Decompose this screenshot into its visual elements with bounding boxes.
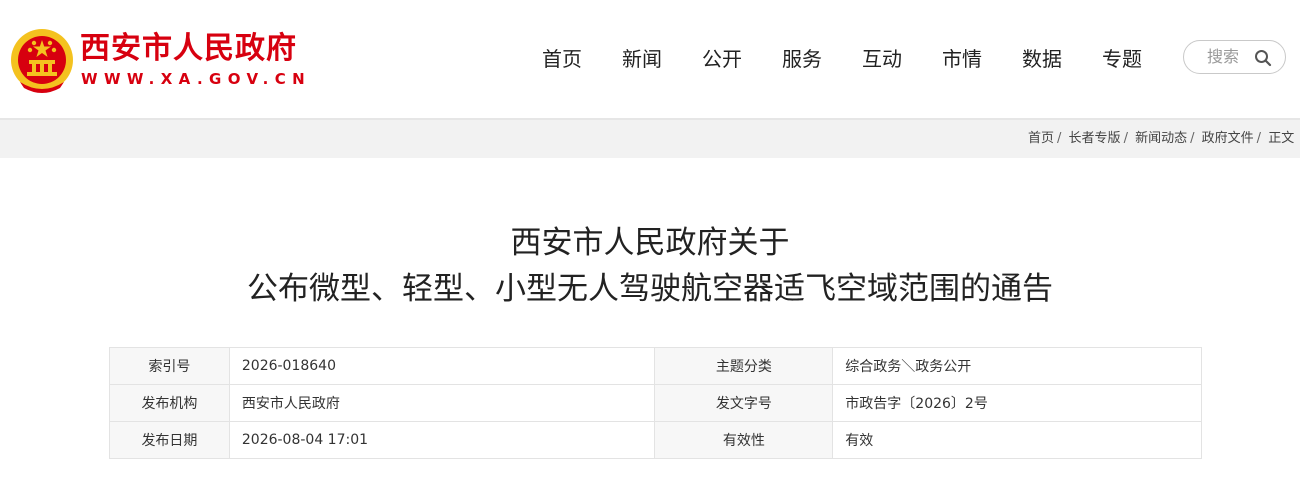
date-value: 2026-08-04 17:01 xyxy=(228,421,656,459)
table-row: 索引号 2026-018640 主题分类 综合政务＼政务公开 xyxy=(109,347,1202,385)
nav-item-data[interactable]: 数据 xyxy=(1002,44,1082,74)
index-value: 2026-018640 xyxy=(228,347,656,385)
publisher-value: 西安市人民政府 xyxy=(228,384,656,422)
breadcrumb-news[interactable]: 新闻动态 xyxy=(1135,131,1187,146)
doc-number-label: 发文字号 xyxy=(654,384,834,422)
breadcrumb-current: 正文 xyxy=(1268,131,1295,146)
breadcrumb-separator: / xyxy=(1190,131,1195,146)
breadcrumb-elder-edition[interactable]: 长者专版 xyxy=(1069,131,1121,146)
date-label: 发布日期 xyxy=(109,421,230,459)
breadcrumb-home[interactable]: 首页 xyxy=(1028,131,1054,146)
topic-value: 综合政务＼政务公开 xyxy=(832,347,1202,385)
breadcrumb-gov-documents[interactable]: 政府文件 xyxy=(1202,131,1254,146)
nav-item-news[interactable]: 新闻 xyxy=(602,44,682,74)
publisher-label: 发布机构 xyxy=(109,384,230,422)
main-nav: 首页 新闻 公开 服务 互动 市情 数据 专题 xyxy=(522,44,1162,74)
doc-number-value: 市政告字〔2026〕2号 xyxy=(832,384,1202,422)
site-header: 西安市人民政府 WWW.XA.GOV.CN 首页 新闻 公开 服务 互动 市情 … xyxy=(0,0,1300,118)
document-meta-table: 索引号 2026-018640 主题分类 综合政务＼政务公开 发布机构 西安市人… xyxy=(109,347,1202,459)
search-box[interactable]: 搜索 xyxy=(1183,40,1286,74)
breadcrumb-separator: / xyxy=(1123,131,1128,146)
search-label: 搜索 xyxy=(1207,47,1240,66)
document-title: 西安市人民政府关于 公布微型、轻型、小型无人驾驶航空器适飞空域范围的通告 xyxy=(0,220,1300,312)
nav-item-service[interactable]: 服务 xyxy=(762,44,842,74)
title-line-1: 西安市人民政府关于 xyxy=(510,225,790,261)
table-row: 发布机构 西安市人民政府 发文字号 市政告字〔2026〕2号 xyxy=(109,384,1202,422)
breadcrumb-separator: / xyxy=(1057,131,1062,146)
nav-item-open[interactable]: 公开 xyxy=(682,44,762,74)
nav-item-home[interactable]: 首页 xyxy=(522,44,602,74)
search-icon[interactable] xyxy=(1254,49,1272,67)
validity-value: 有效 xyxy=(832,421,1202,459)
validity-label: 有效性 xyxy=(654,421,834,459)
nav-item-topics[interactable]: 专题 xyxy=(1082,44,1162,74)
breadcrumb-separator: / xyxy=(1256,131,1262,146)
breadcrumb-bar: 首页 / 长者专版 / 新闻动态 / 政府文件 / 正文 xyxy=(0,118,1300,158)
site-name[interactable]: 西安市人民政府 xyxy=(80,32,297,66)
topic-label: 主题分类 xyxy=(654,347,834,385)
national-emblem-icon[interactable] xyxy=(10,26,74,94)
title-line-2: 公布微型、轻型、小型无人驾驶航空器适飞空域范围的通告 xyxy=(247,271,1053,307)
nav-item-city-info[interactable]: 市情 xyxy=(922,44,1002,74)
nav-item-interact[interactable]: 互动 xyxy=(842,44,922,74)
site-url[interactable]: WWW.XA.GOV.CN xyxy=(81,70,311,88)
breadcrumb: 首页 / 长者专版 / 新闻动态 / 政府文件 / 正文 xyxy=(1028,120,1294,158)
index-label: 索引号 xyxy=(109,347,230,385)
table-row: 发布日期 2026-08-04 17:01 有效性 有效 xyxy=(109,421,1202,459)
